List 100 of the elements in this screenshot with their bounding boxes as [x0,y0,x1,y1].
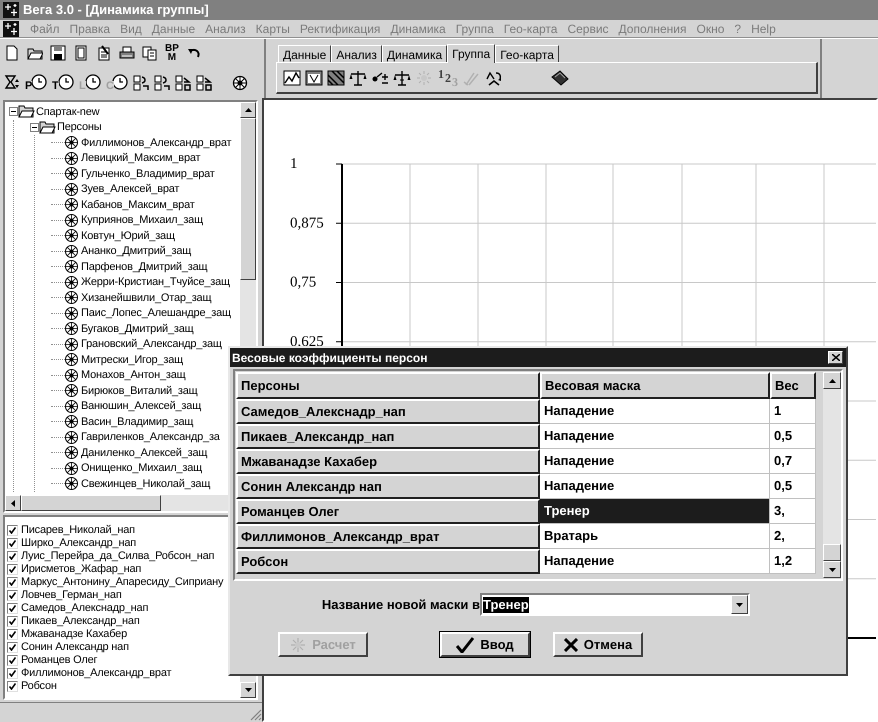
table-cell[interactable]: Нападение [540,424,770,449]
scroll-thumb[interactable] [240,118,256,280]
ok-button[interactable]: Ввод [440,632,530,657]
tree-item[interactable]: Ковтун_Юрий_защ [81,228,175,244]
checkbox[interactable] [7,603,18,614]
checkbox[interactable] [7,538,18,549]
clock-button[interactable]: P [25,74,47,92]
chart-icon[interactable] [283,70,301,86]
tree-item[interactable]: Бирюков_Виталий_защ [81,382,198,399]
clock-button[interactable]: T [52,74,74,92]
window-icon[interactable] [305,70,323,86]
tree-item[interactable]: Ванюшин_Алексей_защ [81,398,202,414]
app-icon[interactable] [3,20,19,36]
tab[interactable]: Данные [278,45,332,62]
tree-item[interactable]: Парфенов_Дмитрий_защ [81,258,208,275]
tree-item[interactable]: Гавриленков_Александр_за [81,429,220,446]
tree-item[interactable]: Филлимонов_Александр_врат [81,134,232,151]
checkbox[interactable] [7,668,18,679]
row-header: Мжаванадзе Кахабер [236,449,540,474]
report-button[interactable]: BP M [165,44,179,62]
tree-item[interactable]: Монахов_Антон_защ [81,367,186,384]
tree-item[interactable]: Персоны [57,119,102,136]
tree-item[interactable]: Зуев_Алексей_врат [81,181,180,198]
checkbox[interactable] [7,681,18,692]
scroll-down-button[interactable] [823,561,841,578]
edit-page-icon[interactable] [96,45,112,61]
table-cell[interactable]: 1 [770,399,816,424]
table-cell[interactable]: Нападение [540,474,770,499]
scroll-thumb[interactable] [823,544,841,561]
tree-item[interactable]: Гульченко_Владимир_врат [81,166,215,182]
close-button[interactable] [828,351,843,364]
save-icon[interactable] [50,45,66,61]
tab[interactable]: Анализ [331,45,382,62]
table-cell[interactable]: 0,5 [770,424,816,449]
copy-icon[interactable] [142,45,158,61]
scroll-down-button[interactable] [240,682,256,698]
scrollbar[interactable] [823,372,841,578]
tab[interactable]: Гео-карта [495,45,559,62]
page-icon[interactable] [73,45,89,61]
table-cell[interactable]: Нападение [540,399,770,424]
table-cell[interactable]: 0,5 [770,474,816,499]
tree-item[interactable]: Куприянов_Михаил_защ [81,212,203,228]
hourglass-icon[interactable] [4,75,20,91]
tree-item[interactable]: Хизанейшвили_Отар_защ [81,290,212,306]
tree-item[interactable]: Онищенко_Михаил_защ [81,460,202,476]
column-header[interactable]: Вес [770,372,816,399]
tree-item[interactable]: Ананко_Дмитрий_защ [81,243,192,260]
checkbox[interactable] [7,642,18,653]
table-cell[interactable]: Вратарь [540,524,770,549]
checkbox[interactable] [7,577,18,588]
list-item-label: Романцев Олег [21,654,98,667]
scroll-up-button[interactable] [240,102,256,118]
expander-icon[interactable] [9,107,18,116]
hatch-icon[interactable] [327,70,345,86]
tree-item[interactable]: Жерри-Кристиан_Тчуйсе_защ [81,274,230,290]
checkbox[interactable] [7,629,18,640]
grid-icon[interactable] [196,75,212,91]
table-cell[interactable]: 3, [770,499,816,524]
checkbox[interactable] [7,564,18,575]
tag-icon[interactable] [551,70,569,86]
tree-item[interactable]: Бугаков_Дмитрий_защ [81,320,194,337]
resize-grip-icon[interactable] [250,709,262,721]
scroll-up-button[interactable] [823,372,841,389]
tab[interactable]: Динамика [382,45,448,62]
mask-combo-box[interactable]: Тренер [480,593,750,616]
table-cell[interactable]: 2, [770,524,816,549]
dropdown-button[interactable] [731,595,748,614]
tree-item[interactable]: Кабанов_Максим_врат [81,196,195,213]
tree-item[interactable]: Митрески_Игор_защ [81,352,183,368]
table-cell[interactable]: Тренер [540,499,770,524]
checkbox[interactable] [7,655,18,666]
grid-icon[interactable] [175,75,191,91]
column-header[interactable]: Персоны [236,372,540,399]
table-cell[interactable]: 0,7 [770,449,816,474]
printer-icon[interactable] [119,45,135,61]
ball-icon [65,415,78,428]
grid-icon[interactable] [133,75,149,91]
tree-item[interactable]: Левицкий_Максим_врат [81,150,200,166]
tree-item[interactable]: Даниленко_Алексей_защ [81,444,208,461]
scroll-left-button[interactable] [5,495,21,511]
tab[interactable]: Группа [447,44,496,63]
new-file-icon[interactable] [4,45,20,61]
tree-item[interactable]: Васин_Владимир_защ [81,414,194,430]
checkbox[interactable] [7,616,18,627]
cancel-button[interactable]: Отмена [553,632,643,657]
table-cell[interactable]: Нападение [540,549,770,574]
checkbox[interactable] [7,525,18,536]
checkbox[interactable] [7,551,18,562]
scroll-thumb[interactable] [21,495,161,511]
tree-item[interactable]: Свежинцев_Николай_защ [81,476,210,492]
table-cell[interactable]: 1,2 [770,549,816,574]
grid-icon[interactable] [154,75,170,91]
column-header[interactable]: Весовая маска [540,372,770,399]
checkbox[interactable] [7,590,18,601]
tree-item[interactable]: Грановский_Александр_защ [81,336,222,352]
table-cell[interactable]: Нападение [540,449,770,474]
wheel-icon[interactable] [232,75,248,91]
tree-item[interactable]: Спартак-new [36,104,100,120]
tree-item[interactable]: Паис_Лопес_Алешандре_защ [81,305,231,322]
expander-icon[interactable] [30,122,39,132]
